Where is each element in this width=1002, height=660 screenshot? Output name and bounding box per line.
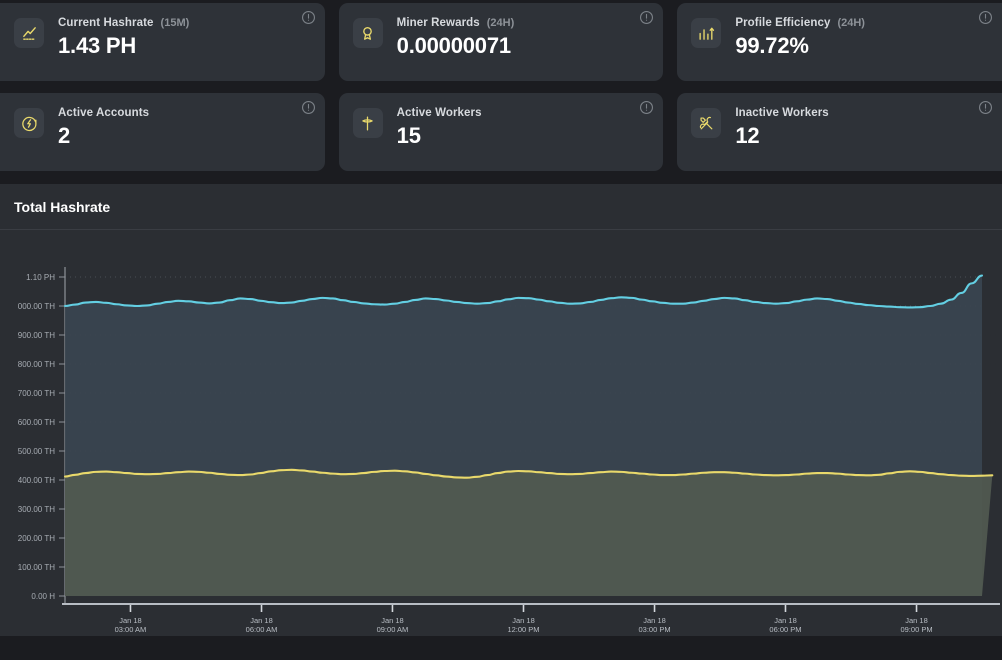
svg-text:Jan 18: Jan 18 bbox=[774, 616, 797, 625]
svg-text:Jan 18: Jan 18 bbox=[119, 616, 142, 625]
info-icon[interactable] bbox=[639, 10, 654, 25]
stat-card-body: Profile Efficiency (24H) 99.72% bbox=[735, 16, 865, 57]
info-icon[interactable] bbox=[978, 10, 993, 25]
stat-card-value: 12 bbox=[735, 123, 760, 148]
svg-text:03:00 PM: 03:00 PM bbox=[638, 625, 670, 634]
svg-text:400.00 TH: 400.00 TH bbox=[18, 476, 55, 485]
flash-circle-icon bbox=[14, 108, 44, 138]
stat-card-title-row: Current Hashrate (15M) bbox=[58, 17, 189, 29]
crossed-tools-icon bbox=[691, 108, 722, 138]
stat-card-profile-efficiency[interactable]: Profile Efficiency (24H) 99.72% bbox=[677, 3, 1002, 81]
svg-text:0.00 H: 0.00 H bbox=[31, 592, 55, 601]
stat-card-period: (24H) bbox=[837, 17, 865, 29]
info-icon[interactable] bbox=[978, 100, 993, 115]
svg-text:100.00 TH: 100.00 TH bbox=[18, 563, 55, 572]
svg-text:500.00 TH: 500.00 TH bbox=[18, 447, 55, 456]
chart-panel-header: Total Hashrate bbox=[0, 184, 1002, 230]
stat-card-label: Active Accounts bbox=[58, 107, 150, 119]
stat-card-inactive-workers[interactable]: Inactive Workers 12 bbox=[677, 93, 1002, 171]
svg-text:300.00 TH: 300.00 TH bbox=[18, 505, 55, 514]
line-chart-icon bbox=[14, 18, 44, 48]
stat-card-body: Miner Rewards (24H) 0.00000071 bbox=[397, 16, 515, 57]
stat-card-label: Inactive Workers bbox=[735, 107, 829, 119]
stat-card-title-row: Profile Efficiency (24H) bbox=[735, 17, 865, 29]
chart-panel-title: Total Hashrate bbox=[14, 198, 111, 215]
stat-card-active-workers[interactable]: Active Workers 15 bbox=[338, 93, 664, 171]
info-icon[interactable] bbox=[301, 100, 316, 115]
svg-text:800.00 TH: 800.00 TH bbox=[18, 360, 55, 369]
svg-text:Jan 18: Jan 18 bbox=[381, 616, 404, 625]
stat-card-current-hashrate[interactable]: Current Hashrate (15M) 1.43 PH bbox=[0, 3, 325, 81]
stat-card-period: (15M) bbox=[160, 17, 190, 29]
stat-card-body: Current Hashrate (15M) 1.43 PH bbox=[58, 16, 189, 57]
stat-card-active-accounts[interactable]: Active Accounts 2 bbox=[0, 93, 325, 171]
stat-card-value: 0.00000071 bbox=[396, 33, 511, 58]
stat-card-title-row: Active Accounts bbox=[58, 107, 156, 119]
stat-card-value: 1.43 PH bbox=[58, 33, 137, 58]
stat-card-title-row: Active Workers bbox=[397, 107, 489, 119]
stat-card-label: Current Hashrate bbox=[58, 17, 154, 29]
svg-text:700.00 TH: 700.00 TH bbox=[18, 389, 55, 398]
svg-text:06:00 PM: 06:00 PM bbox=[769, 625, 801, 634]
svg-text:09:00 AM: 09:00 AM bbox=[377, 625, 409, 634]
hashrate-area-chart[interactable]: 1.10 PH 000.00 TH 900.00 TH 800.00 TH 700.00… bbox=[0, 230, 1002, 636]
stat-card-label: Miner Rewards bbox=[396, 17, 480, 29]
svg-text:Jan 18: Jan 18 bbox=[905, 616, 928, 625]
stat-card-body: Inactive Workers 12 bbox=[735, 106, 835, 147]
svg-text:Jan 18: Jan 18 bbox=[250, 616, 273, 625]
info-icon[interactable] bbox=[639, 100, 654, 115]
stat-card-label: Active Workers bbox=[396, 107, 482, 119]
stat-card-value: 2 bbox=[58, 123, 71, 148]
svg-text:900.00 TH: 900.00 TH bbox=[18, 331, 55, 340]
pickaxe-icon bbox=[352, 108, 383, 138]
svg-text:Jan 18: Jan 18 bbox=[643, 616, 666, 625]
stat-card-label: Profile Efficiency bbox=[735, 17, 831, 29]
stat-card-body: Active Accounts 2 bbox=[58, 106, 156, 147]
bar-chart-up-icon bbox=[691, 18, 722, 48]
info-icon[interactable] bbox=[301, 10, 316, 25]
stat-card-value: 15 bbox=[396, 123, 421, 148]
svg-text:12:00 PM: 12:00 PM bbox=[507, 625, 539, 634]
stats-grid: Current Hashrate (15M) 1.43 PH Miner Rew… bbox=[0, 0, 1002, 171]
total-hashrate-panel: Total Hashrate 1.10 PH 000.00 TH 900.00 TH… bbox=[0, 184, 1002, 636]
svg-text:200.00 TH: 200.00 TH bbox=[18, 534, 55, 543]
stat-card-title-row: Inactive Workers bbox=[735, 107, 835, 119]
stat-card-value: 99.72% bbox=[735, 33, 809, 58]
stat-card-title-row: Miner Rewards (24H) bbox=[397, 17, 515, 29]
svg-text:03:00 AM: 03:00 AM bbox=[115, 625, 147, 634]
stat-card-miner-rewards[interactable]: Miner Rewards (24H) 0.00000071 bbox=[338, 3, 664, 81]
svg-text:600.00 TH: 600.00 TH bbox=[18, 418, 55, 427]
svg-text:09:00 PM: 09:00 PM bbox=[900, 625, 932, 634]
chart-plot-area[interactable]: 1.10 PH 000.00 TH 900.00 TH 800.00 TH 700.00… bbox=[0, 230, 1002, 636]
award-medal-icon bbox=[352, 18, 383, 48]
stat-card-period: (24H) bbox=[486, 17, 515, 29]
svg-text:06:00 AM: 06:00 AM bbox=[246, 625, 278, 634]
stat-card-body: Active Workers 15 bbox=[397, 106, 489, 147]
svg-text:000.00 TH: 000.00 TH bbox=[18, 302, 55, 311]
svg-text:1.10 PH: 1.10 PH bbox=[26, 273, 55, 282]
svg-text:Jan 18: Jan 18 bbox=[512, 616, 535, 625]
